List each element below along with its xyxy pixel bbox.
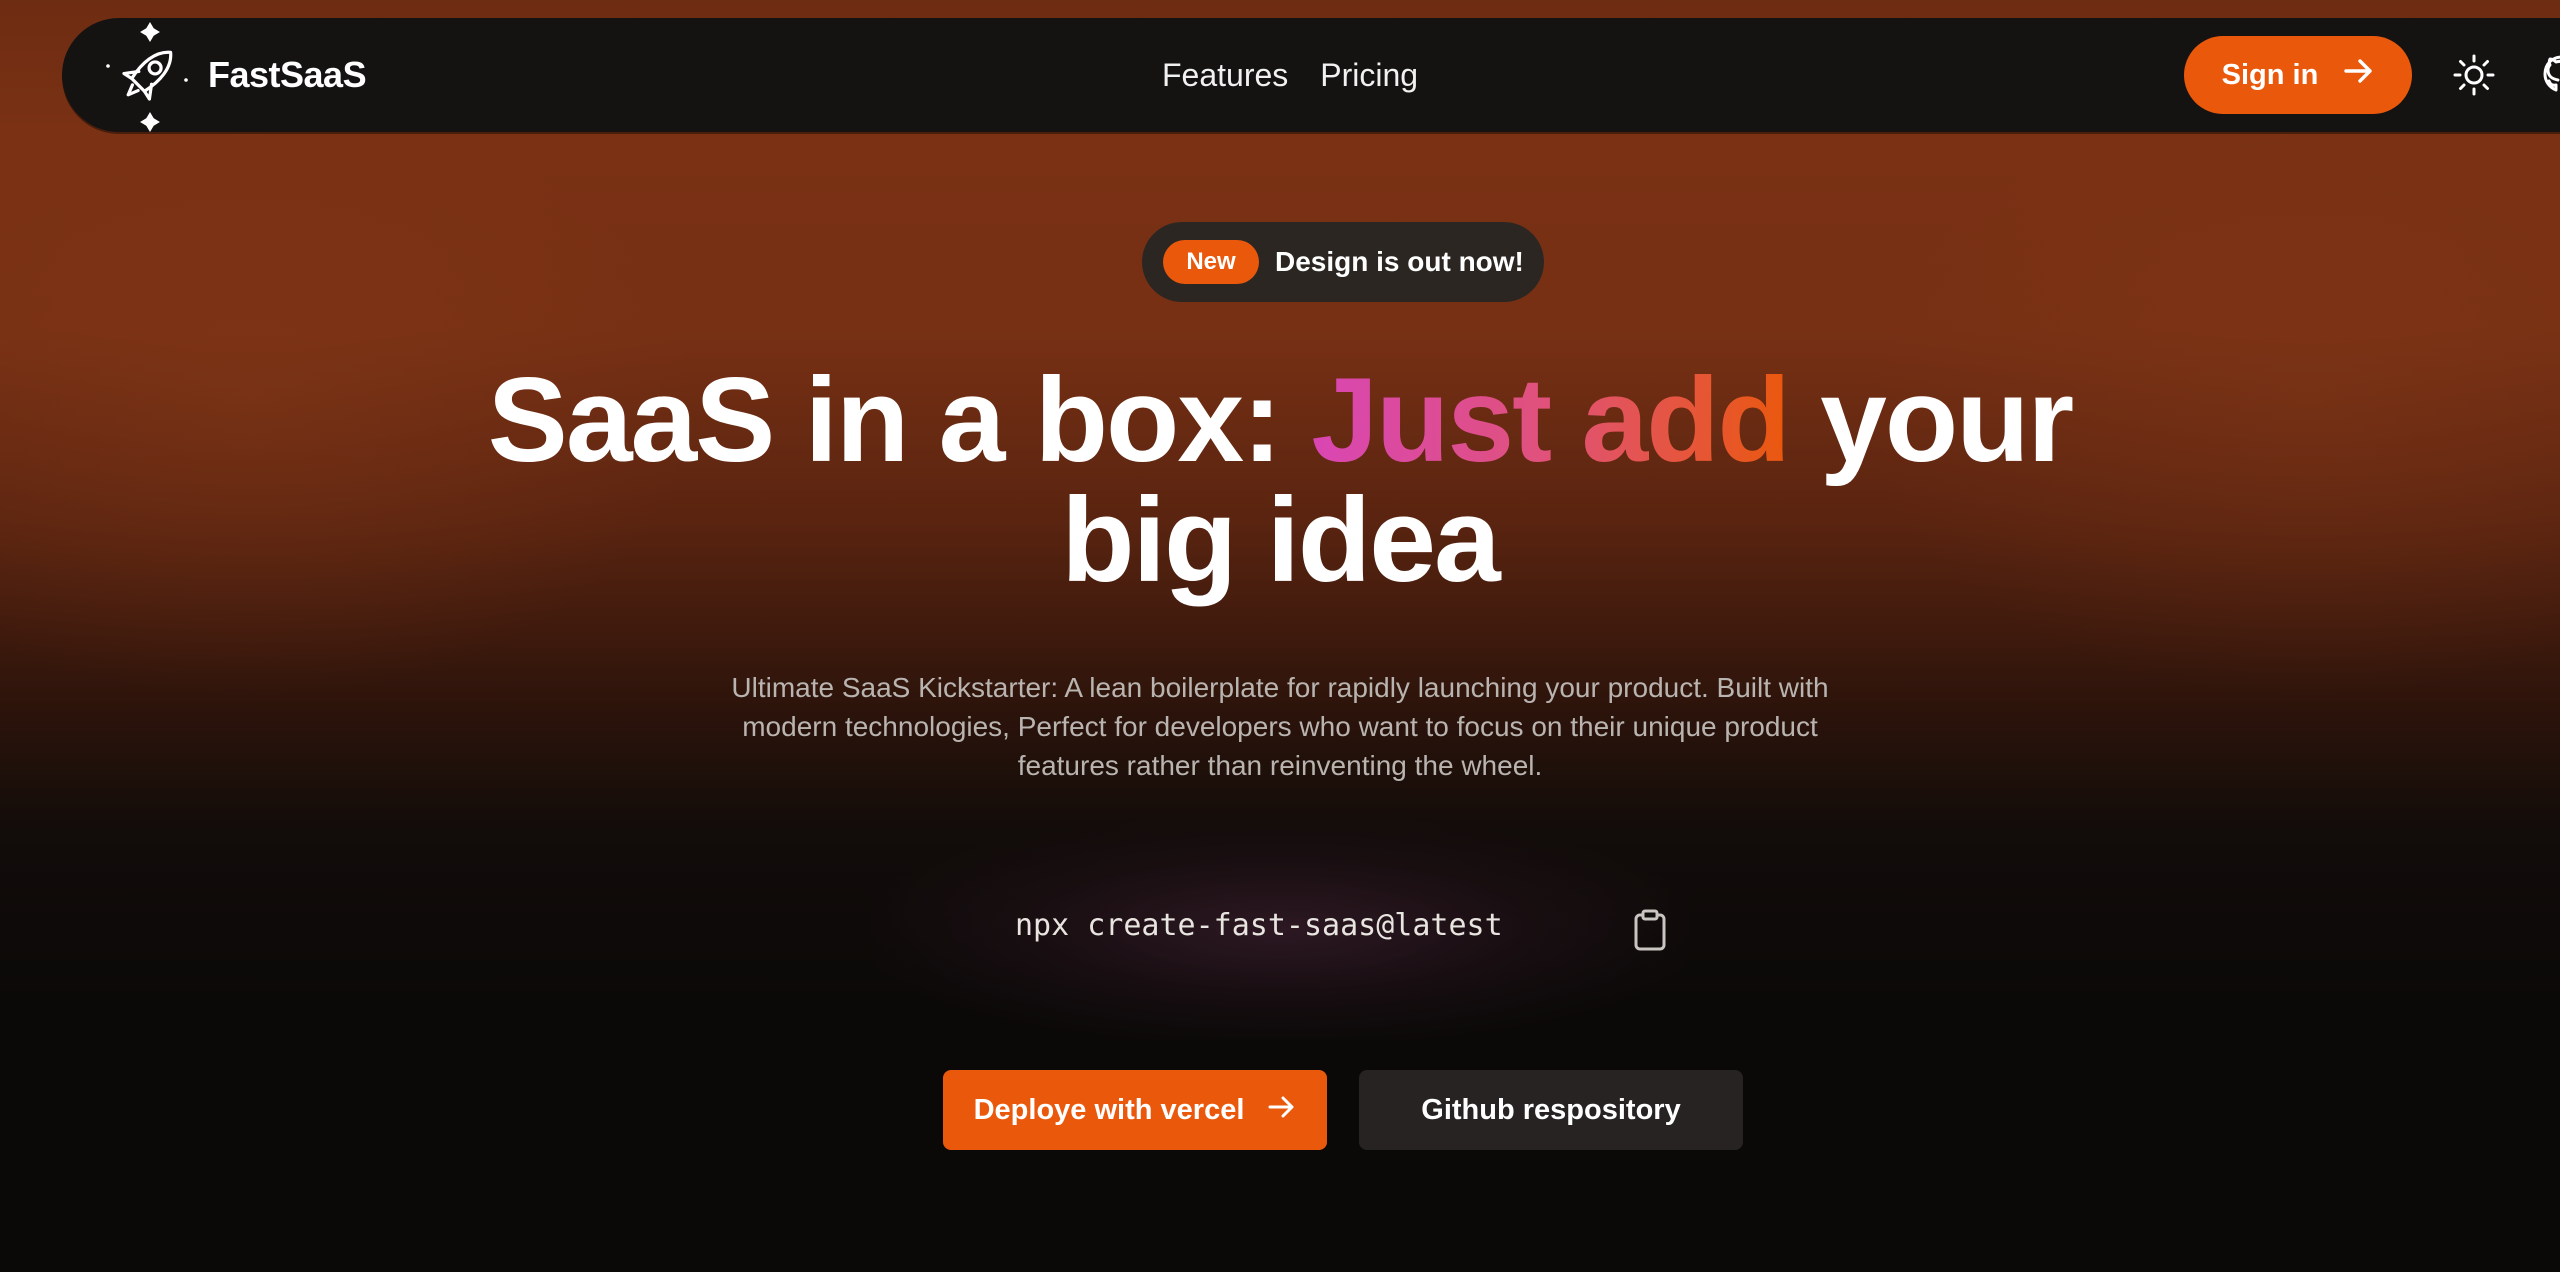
headline-part-2: your xyxy=(1820,353,2074,487)
sun-icon[interactable] xyxy=(2452,53,2496,97)
nav-links: Features Pricing xyxy=(1162,18,1418,132)
arrow-right-icon xyxy=(1268,1094,1296,1127)
rocket-logo-icon xyxy=(102,18,194,132)
brand-name: FastSaaS xyxy=(208,54,367,95)
badge-text: Design is out now! xyxy=(1275,246,1524,277)
navbar: FastSaaS Features Pricing Sign in xyxy=(62,18,2560,132)
landing-page: FastSaaS Features Pricing Sign in New De… xyxy=(0,0,2560,1272)
headline-line-1: SaaS in a box: Just add your xyxy=(0,360,2560,480)
install-command: npx create-fast-saas@latest xyxy=(1000,890,1680,970)
github-button-label: Github respository xyxy=(1421,1093,1681,1126)
deploy-vercel-button[interactable]: Deploye with vercel xyxy=(943,1070,1327,1150)
hero-description: Ultimate SaaS Kickstarter: A lean boiler… xyxy=(731,672,1829,781)
command-text[interactable]: npx create-fast-saas@latest xyxy=(1015,908,1503,943)
nav-link-pricing[interactable]: Pricing xyxy=(1320,57,1418,94)
announcement-badge[interactable]: New Design is out now! xyxy=(1142,222,1544,302)
headline-highlight: Just add xyxy=(1311,353,1790,487)
github-repository-button[interactable]: Github respository xyxy=(1359,1070,1743,1150)
clipboard-icon[interactable] xyxy=(1630,908,1670,952)
github-icon[interactable] xyxy=(2540,53,2560,97)
sign-in-button[interactable]: Sign in xyxy=(2184,36,2412,114)
deploy-label: Deploye with vercel xyxy=(973,1093,1245,1126)
arrow-right-icon xyxy=(2344,58,2374,92)
nav-link-features[interactable]: Features xyxy=(1162,57,1288,94)
brand[interactable]: FastSaaS xyxy=(102,18,367,132)
new-pill: New xyxy=(1163,240,1259,284)
sign-in-label: Sign in xyxy=(2221,58,2319,91)
hero-headline: SaaS in a box: Just add your big idea xyxy=(0,360,2560,600)
headline-part-1: SaaS in a box: xyxy=(487,353,1282,487)
headline-line-2: big idea xyxy=(1061,473,1500,607)
